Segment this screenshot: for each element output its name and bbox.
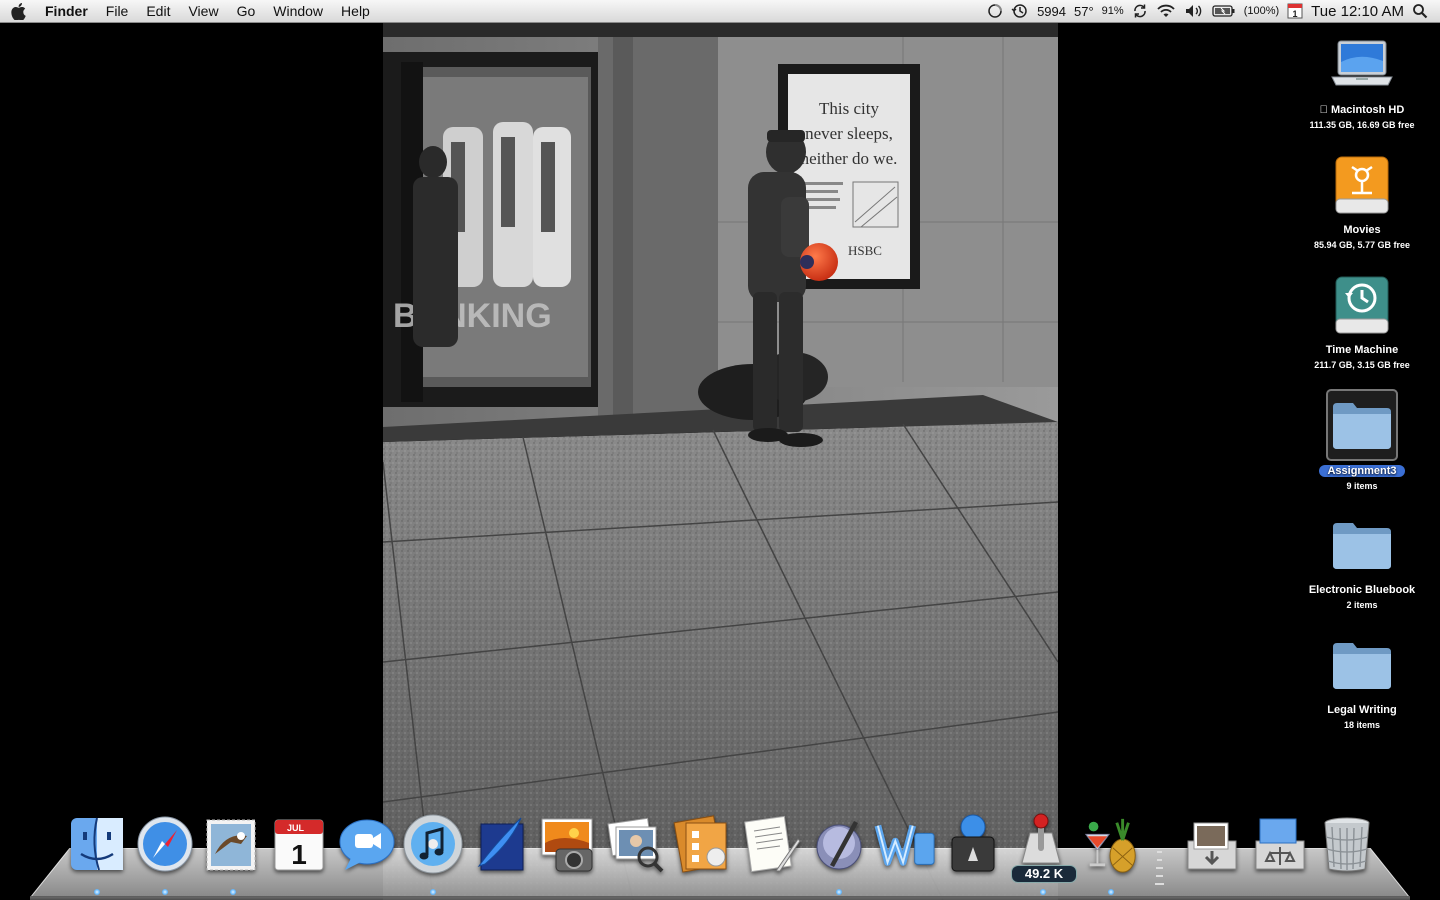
menu-window[interactable]: Window [264,0,332,22]
desktop-icon-assignment3[interactable]: Assignment3 9 items [1297,389,1427,492]
svg-text:JUL: JUL [287,823,305,833]
dock-finder-icon[interactable] [66,812,128,876]
desktop-icon-info: 85.94 GB, 5.77 GB free [1313,240,1411,250]
svg-text:1: 1 [1293,9,1298,19]
time-machine-menu-icon[interactable] [1007,0,1033,22]
apple-menu-icon[interactable] [0,0,36,22]
dock-script-editor-icon[interactable] [808,812,870,876]
sync-icon[interactable] [1128,0,1152,22]
desktop-wallpaper: BANKING This city never sleeps, neither … [383,22,1058,900]
desktop-icon-name: Movies [1343,224,1381,236]
desktop-icon-info: 111.35 GB, 16.69 GB free [1309,120,1415,130]
calendar-menu-icon[interactable]: 1 [1283,0,1307,22]
dock-safari-icon[interactable] [134,812,196,876]
desktop-icon-name: Legal Writing [1327,704,1397,716]
dock-iphoto-icon[interactable] [538,812,600,876]
dock-ichat-icon[interactable] [336,812,398,876]
desktop-icon-macintosh-hd[interactable]:  Macintosh HD 111.35 GB, 16.69 GB free [1297,30,1427,131]
dock-itunes-icon[interactable] [402,812,464,876]
poster-brand: HSBC [848,243,882,258]
running-indicator [1108,889,1114,895]
poster-line1: This city [819,99,879,118]
network-throughput-badge: 49.2 K [1011,865,1077,883]
firewire-drive-icon [1327,150,1397,220]
folder-icon [1327,630,1397,700]
cpu-status[interactable]: 91% [1098,0,1128,22]
svg-text:1: 1 [291,839,307,870]
desktop-icon-time-machine[interactable]: Time Machine 211.7 GB, 3.15 GB free [1297,270,1427,371]
sync-status-icon[interactable] [983,0,1007,22]
menu-go[interactable]: Go [228,0,265,22]
dock-textedit-icon[interactable] [740,812,802,876]
dock-applications-stack-icon[interactable] [1248,812,1310,876]
battery-percent: (100%) [1243,5,1280,17]
spotlight-search-icon[interactable] [1408,0,1432,22]
desktop-icon-info: 18 items [1343,720,1381,730]
dock-ical-icon[interactable]: JUL 1 [268,812,330,876]
menu-bar: Finder File Edit View Go Window Help 599… [0,0,1440,23]
running-indicator [1040,889,1046,895]
desktop-icon-info: 211.7 GB, 3.15 GB free [1314,360,1410,370]
dock-omnifocus-icon[interactable] [672,812,734,876]
laptop-drive-icon [1327,30,1397,100]
folder-icon [1326,389,1398,461]
running-indicator [162,889,168,895]
desktop-icon-name:  Macintosh HD [1320,104,1405,116]
dock-word-icon[interactable] [874,812,936,876]
running-indicator [430,889,436,895]
dock-scrivener-icon[interactable] [470,812,532,876]
desktop-icon-name: Assignment3 [1297,465,1427,478]
desktop-icon-info: 2 items [1346,600,1378,610]
menu-edit[interactable]: Edit [137,0,179,22]
running-indicator [94,889,100,895]
volume-icon[interactable] [1180,0,1208,22]
desktop-icon-name: Time Machine [1325,344,1399,356]
dock-trash-icon[interactable] [1316,812,1378,876]
dock-mail-icon[interactable] [200,812,262,876]
desktop-icon-electronic-bluebook[interactable]: Electronic Bluebook 2 items [1297,510,1427,611]
menu-app-finder[interactable]: Finder [36,0,97,22]
wifi-icon[interactable] [1152,0,1180,22]
time-machine-drive-icon [1327,270,1397,340]
dock-adium-icon[interactable] [1080,812,1142,876]
menu-file[interactable]: File [97,0,138,22]
dock-backup-icon[interactable] [942,812,1004,876]
desktop-screen: BANKING This city never sleeps, neither … [0,0,1440,900]
desktop-icon-info: 9 items [1346,481,1378,491]
menu-help[interactable]: Help [332,0,379,22]
dock-downloads-stack-icon[interactable] [1180,812,1242,876]
menu-view[interactable]: View [179,0,227,22]
desktop-icon-legal-writing[interactable]: Legal Writing 18 items [1297,630,1427,731]
temperature-status[interactable]: 57° [1070,0,1098,22]
dock-iphoto-library-manager-icon[interactable] [604,812,666,876]
menu-clock[interactable]: Tue 12:10 AM [1307,0,1408,22]
dock-separator [1155,851,1164,885]
battery-icon[interactable] [1208,0,1240,22]
counter-status[interactable]: 5994 [1033,0,1070,22]
folder-icon [1327,510,1397,580]
poster-line2: never sleeps, [805,124,893,143]
desktop-icon-movies[interactable]: Movies 85.94 GB, 5.77 GB free [1297,150,1427,251]
desktop-icon-name: Electronic Bluebook [1308,584,1416,596]
poster-line3: neither do we. [801,149,898,168]
running-indicator [230,889,236,895]
running-indicator [836,889,842,895]
